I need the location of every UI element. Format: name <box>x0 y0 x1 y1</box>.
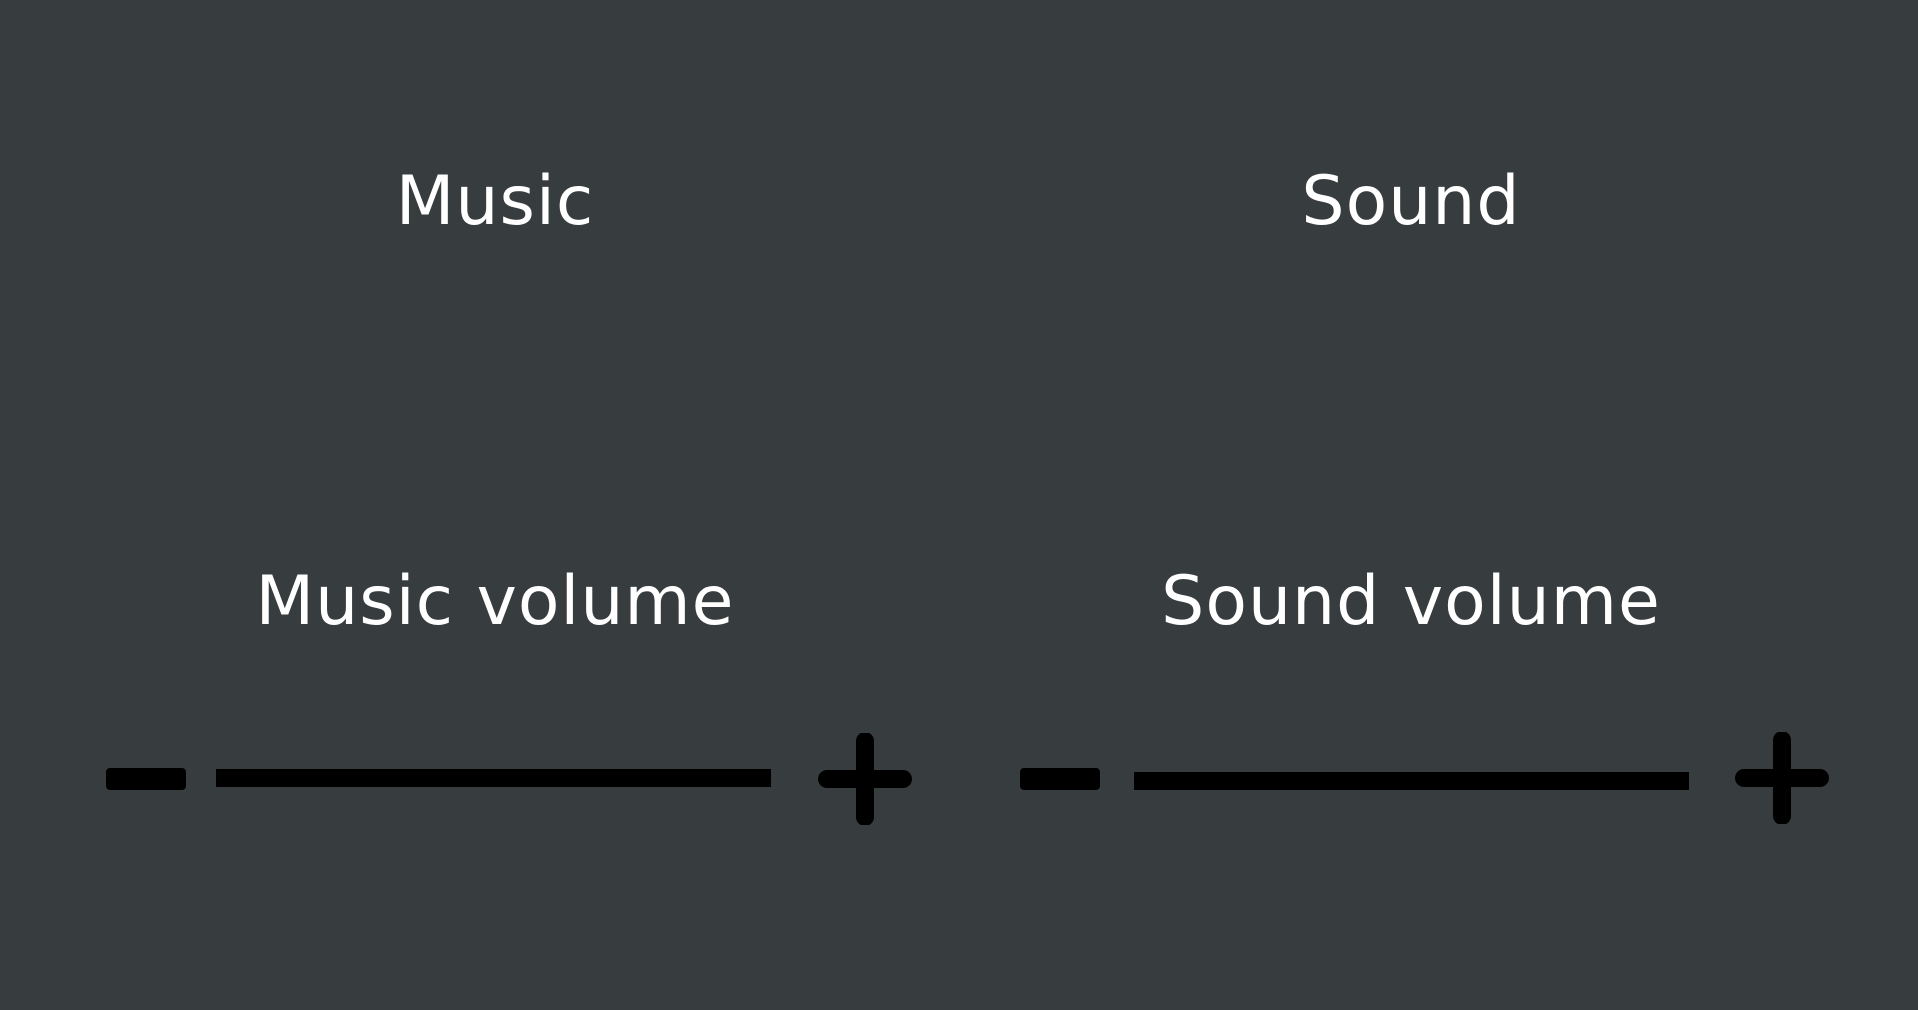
music-volume-decrease-button[interactable] <box>104 766 188 792</box>
sound-volume-increase-button[interactable] <box>1735 732 1829 824</box>
minus-icon <box>1020 768 1100 790</box>
settings-screen: { "music": { "title": "Music", "volume_l… <box>0 0 1918 1010</box>
music-volume-increase-button[interactable] <box>818 733 912 825</box>
sound-volume-decrease-button[interactable] <box>1018 766 1102 792</box>
sound-volume-label: Sound volume <box>1161 562 1661 641</box>
sound-volume-slider[interactable] <box>1134 772 1689 790</box>
music-volume-label: Music volume <box>255 562 735 641</box>
plus-icon <box>818 733 912 825</box>
plus-icon <box>1735 732 1829 824</box>
minus-icon <box>106 768 186 790</box>
music-volume-slider[interactable] <box>216 769 771 787</box>
music-title: Music <box>395 162 595 241</box>
sound-title: Sound <box>1301 162 1521 241</box>
